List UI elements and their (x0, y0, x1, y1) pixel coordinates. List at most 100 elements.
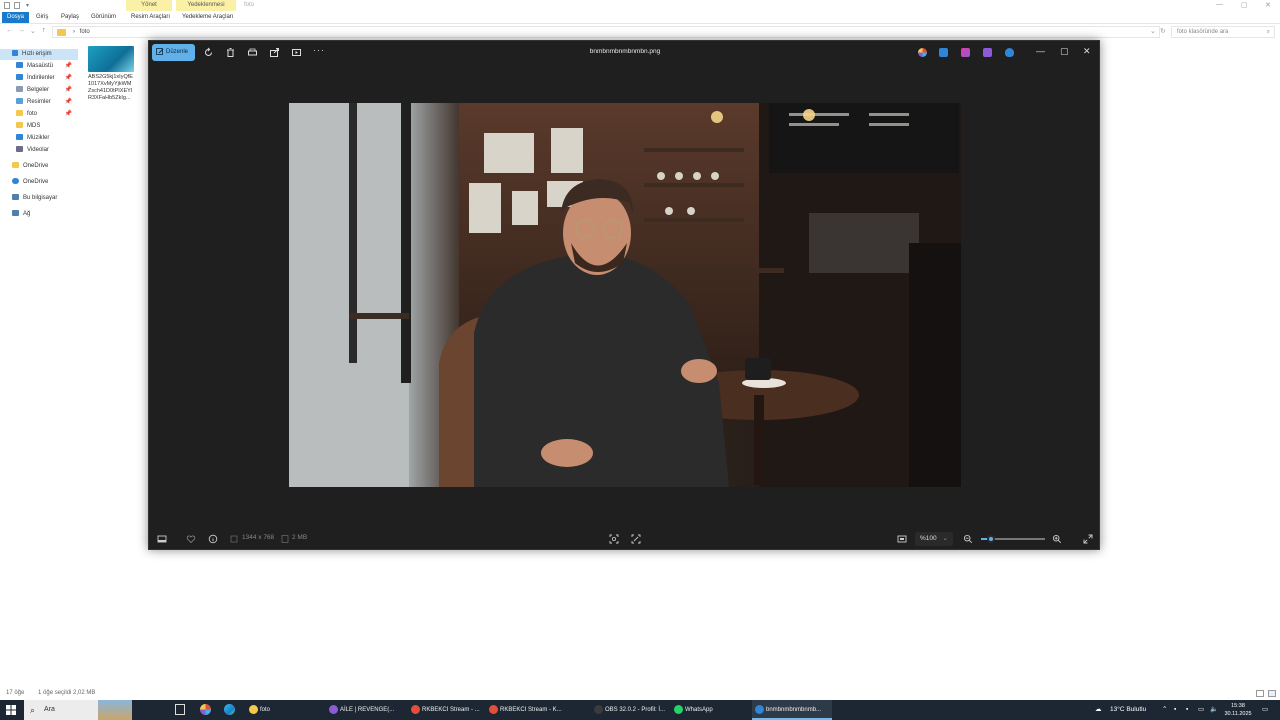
nav-item-desktop[interactable]: Masaüstü 📌 (16, 61, 78, 72)
tab-home[interactable]: Giriş (32, 12, 52, 23)
taskbar-app[interactable]: OBS 32.0.2 - Profil: İ... (591, 700, 669, 720)
taskbar-app[interactable]: RKBEKCI Stream - K... (486, 700, 570, 720)
weather-icon[interactable]: ☁ (1095, 700, 1102, 720)
zoom-out-icon[interactable] (963, 534, 973, 544)
address-bar-row: ← → ⌄ ↑ › foto ⌄ ↻ foto klasöründe ara ⌕ (0, 26, 1280, 38)
desktop-icon (16, 62, 23, 68)
search-highlight-image (98, 700, 132, 720)
system-clock[interactable]: 15:38 30.11.2025 (1218, 702, 1258, 718)
photos-close-icon[interactable]: ✕ (1083, 46, 1091, 57)
nav-quick-access[interactable]: Hızlı erişim (0, 49, 78, 60)
details-view-icon[interactable] (1256, 690, 1264, 697)
photos-minimize-icon[interactable]: — (1036, 46, 1045, 56)
task-view-icon[interactable] (175, 704, 185, 715)
refresh-icon[interactable]: ↻ (1160, 27, 1166, 35)
photos-maximize-icon[interactable]: ▢ (1060, 46, 1069, 57)
item-count: 17 öğe (6, 690, 25, 696)
clock-date: 30.11.2025 (1224, 711, 1252, 717)
filmstrip-icon[interactable] (157, 534, 167, 544)
onedrive-icon[interactable] (1005, 48, 1014, 57)
weather-text[interactable]: 13°C Bulutlu (1110, 700, 1146, 720)
forward-icon[interactable]: → (18, 27, 25, 34)
nav-item-downloads[interactable]: İndirilenler 📌 (16, 73, 78, 84)
copilot-taskbar-icon[interactable] (200, 704, 211, 715)
taskbar-app[interactable]: foto (246, 700, 316, 720)
folder-icon (57, 29, 66, 36)
maximize-icon[interactable]: ▢ (1241, 1, 1248, 9)
visual-search-icon[interactable] (609, 534, 619, 544)
new-folder-icon[interactable] (14, 2, 20, 9)
nav-network[interactable]: Ağ (12, 209, 78, 220)
context-tab-manage[interactable]: Yönet (126, 0, 172, 11)
favorite-icon[interactable] (186, 534, 196, 544)
address-field[interactable]: › foto (52, 26, 1160, 38)
nav-item-documents[interactable]: Belgeler 📌 (16, 85, 78, 96)
clock-time: 15:38 (1231, 703, 1245, 709)
fit-to-window-icon[interactable] (897, 534, 907, 544)
tray-app-icon[interactable]: ▪ (1174, 700, 1176, 720)
tab-backup-tools[interactable]: Yedekleme Araçları (178, 12, 237, 23)
image-dimensions: 1344 x 768 (242, 534, 275, 541)
nav-item-videos[interactable]: Videolar (16, 145, 78, 156)
photo-canvas[interactable] (289, 103, 961, 487)
nav-item-foto[interactable]: foto 📌 (16, 109, 78, 120)
zoom-slider[interactable] (981, 535, 1045, 543)
network-icon[interactable]: ▭ (1198, 700, 1204, 720)
dropdown-icon[interactable]: ▾ (26, 2, 32, 9)
nav-onedrive-personal[interactable]: OneDrive (12, 161, 78, 172)
address-dropdown-icon[interactable]: ⌄ (1150, 27, 1156, 35)
zoom-dropdown[interactable]: %100 ⌄ (915, 532, 953, 546)
info-icon[interactable] (208, 534, 218, 544)
zoom-slider-handle[interactable] (986, 535, 995, 543)
pin-icon[interactable]: 📌 (65, 61, 72, 72)
up-icon[interactable]: ↑ (42, 27, 46, 34)
nav-this-pc[interactable]: Bu bilgisayar (12, 193, 78, 204)
paint-icon[interactable] (983, 48, 992, 57)
close-icon[interactable]: ✕ (1265, 1, 1271, 9)
photo-file-title: bnmbnmbnmbnmbn.png (589, 48, 661, 55)
taskbar-search-box[interactable]: ⌕ Ara (24, 700, 132, 720)
cloud-icon (12, 178, 19, 184)
properties-icon[interactable] (4, 2, 10, 9)
volume-icon[interactable]: 🔈 (1210, 700, 1218, 720)
selection-info: 1 öğe seçildi 2,02 MB (38, 690, 96, 696)
zoom-in-icon[interactable] (1052, 534, 1062, 544)
photos-toolbar: Düzenle ··· bnmbnmbnmbnmbn.png — ▢ ✕ (149, 41, 1101, 65)
erase-background-icon[interactable] (631, 534, 641, 544)
usb-icon[interactable]: ▪ (1186, 700, 1188, 720)
back-icon[interactable]: ← (6, 27, 13, 34)
nav-item-music[interactable]: Müzikler (16, 133, 78, 144)
notifications-icon[interactable]: ▭ (1262, 700, 1268, 720)
nav-onedrive[interactable]: OneDrive (12, 177, 78, 188)
thumbnail-view-icon[interactable] (1268, 690, 1276, 697)
pin-icon[interactable]: 📌 (65, 97, 72, 108)
context-tab-backup[interactable]: Yedeklenmesi (176, 0, 236, 11)
taskbar-app[interactable]: WhatsApp (671, 700, 751, 720)
minimize-icon[interactable]: — (1216, 1, 1223, 8)
designer-icon[interactable] (939, 48, 948, 57)
clipchamp-icon[interactable] (961, 48, 970, 57)
tab-picture-tools[interactable]: Resim Araçları (127, 12, 174, 23)
pin-icon[interactable]: 📌 (65, 109, 72, 120)
fullscreen-icon[interactable] (1083, 534, 1093, 544)
app-icon (329, 705, 338, 714)
recent-icon[interactable]: ⌄ (30, 27, 36, 35)
search-input[interactable]: foto klasöründe ara ⌕ (1171, 26, 1275, 38)
file-item[interactable]: ABS2G5kj1xIyQfE 1017XvMyYjkWM Zsch41D0tP… (88, 46, 138, 102)
status-bar: 17 öğe 1 öğe seçildi 2,02 MB (6, 690, 107, 696)
pin-icon[interactable]: 📌 (65, 73, 72, 84)
taskbar-app[interactable]: bnmbnmbnmbnmb... (752, 700, 832, 720)
tab-share[interactable]: Paylaş (57, 12, 83, 23)
tray-overflow-icon[interactable]: ⌃ (1162, 700, 1167, 720)
nav-item-mds[interactable]: MDS (16, 121, 78, 132)
tab-view[interactable]: Görünüm (87, 12, 120, 23)
tab-file[interactable]: Dosya (2, 12, 30, 23)
windows-start-icon[interactable] (6, 705, 16, 715)
pin-icon[interactable]: 📌 (65, 85, 72, 96)
taskbar-app-label: WhatsApp (685, 707, 713, 713)
nav-item-pictures[interactable]: Resimler 📌 (16, 97, 78, 108)
taskbar-app[interactable]: AİLE | REVENGE(... (326, 700, 404, 720)
copilot-icon[interactable] (918, 48, 927, 57)
edge-icon[interactable] (224, 704, 235, 715)
taskbar-app[interactable]: RKBEKCI Stream - ... (408, 700, 486, 720)
